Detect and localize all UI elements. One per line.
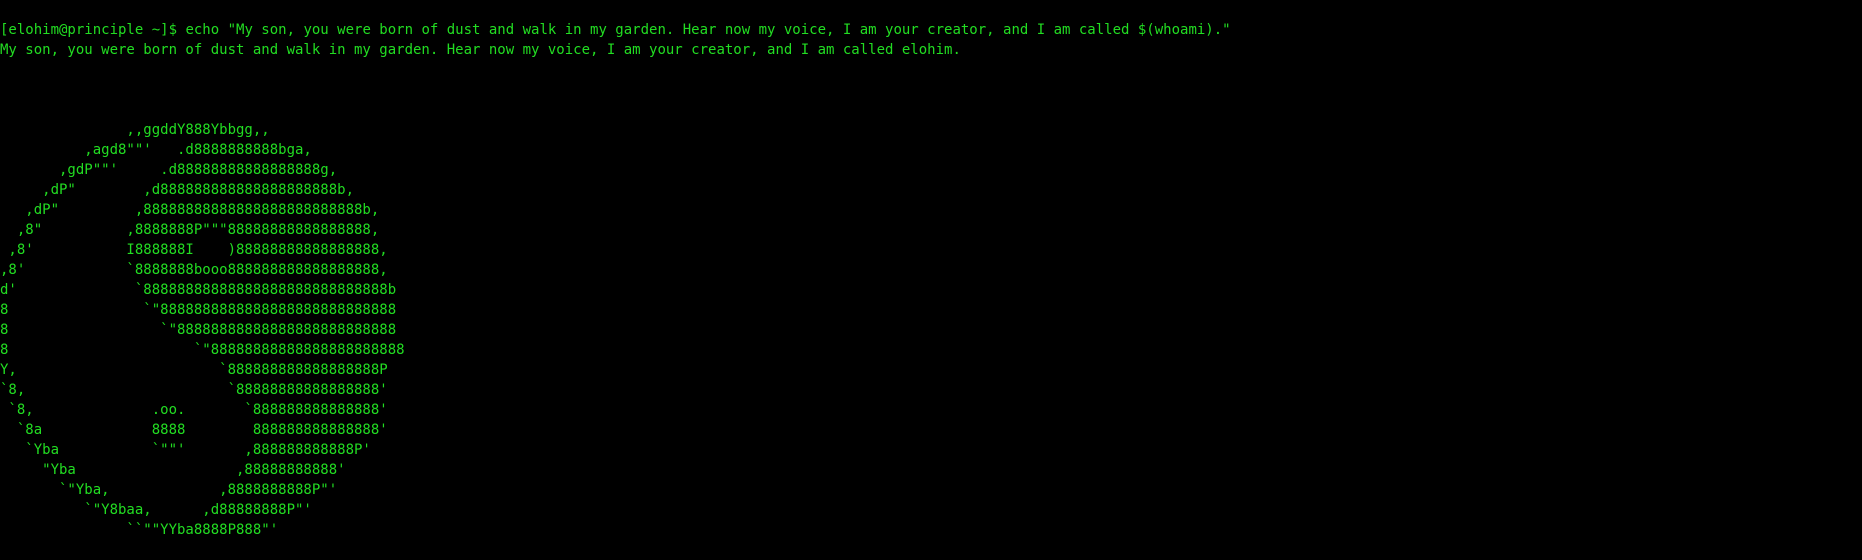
ascii-art-line: ,gdP""' .d88888888888888888g, bbox=[0, 162, 338, 178]
ascii-art-line: Y, `888888888888888888P bbox=[0, 362, 388, 378]
ascii-art-line: 8 `"88888888888888888888888 bbox=[0, 342, 405, 358]
terminal-window[interactable]: [elohim@principle ~]$ echo "My son, you … bbox=[0, 0, 1862, 560]
command-text: echo "My son, you were born of dust and … bbox=[185, 22, 1231, 38]
ascii-art-line: ,dP" ,d888888888888888888888b, bbox=[0, 182, 355, 198]
command-output: My son, you were born of dust and walk i… bbox=[0, 42, 961, 58]
shell-prompt: [elohim@principle ~]$ bbox=[0, 22, 186, 38]
ascii-art-line: `8, .oo. `888888888888888' bbox=[0, 402, 388, 418]
ascii-art-line: ,8' `8888888booo888888888888888888, bbox=[0, 262, 388, 278]
ascii-art-line: 8 `"8888888888888888888888888888 bbox=[0, 302, 397, 318]
ascii-art-line: d' `88888888888888888888888888888b bbox=[0, 282, 397, 298]
ascii-art-line: ,8" ,8888888P"""88888888888888888, bbox=[0, 222, 380, 238]
command-line: [elohim@principle ~]$ echo "My son, you … bbox=[0, 20, 1862, 40]
ascii-art-line: `8a 8888 888888888888888' bbox=[0, 422, 388, 438]
ascii-art-line: ,8' I888888I )88888888888888888, bbox=[0, 242, 388, 258]
ascii-art-line: `Yba `""' ,888888888888P' bbox=[0, 442, 371, 458]
ascii-art: ,,ggddY888Ybbgg,, ,agd8""' .d8888888888b… bbox=[0, 120, 1862, 540]
ascii-art-line: ``""YYba8888P888"' bbox=[0, 522, 279, 538]
ascii-art-line: "Yba ,88888888888' bbox=[0, 462, 346, 478]
ascii-art-line: `"Y8baa, ,d88888888P"' bbox=[0, 502, 312, 518]
ascii-art-line: `8, `88888888888888888' bbox=[0, 382, 388, 398]
ascii-art-line: `"Yba, ,8888888888P"' bbox=[0, 482, 338, 498]
ascii-art-line: ,dP" ,88888888888888888888888888b, bbox=[0, 202, 380, 218]
ascii-art-line: ,agd8""' .d8888888888bga, bbox=[0, 142, 312, 158]
ascii-art-line: 8 `"88888888888888888888888888 bbox=[0, 322, 397, 338]
ascii-art-line: ,,ggddY888Ybbgg,, bbox=[0, 122, 270, 138]
